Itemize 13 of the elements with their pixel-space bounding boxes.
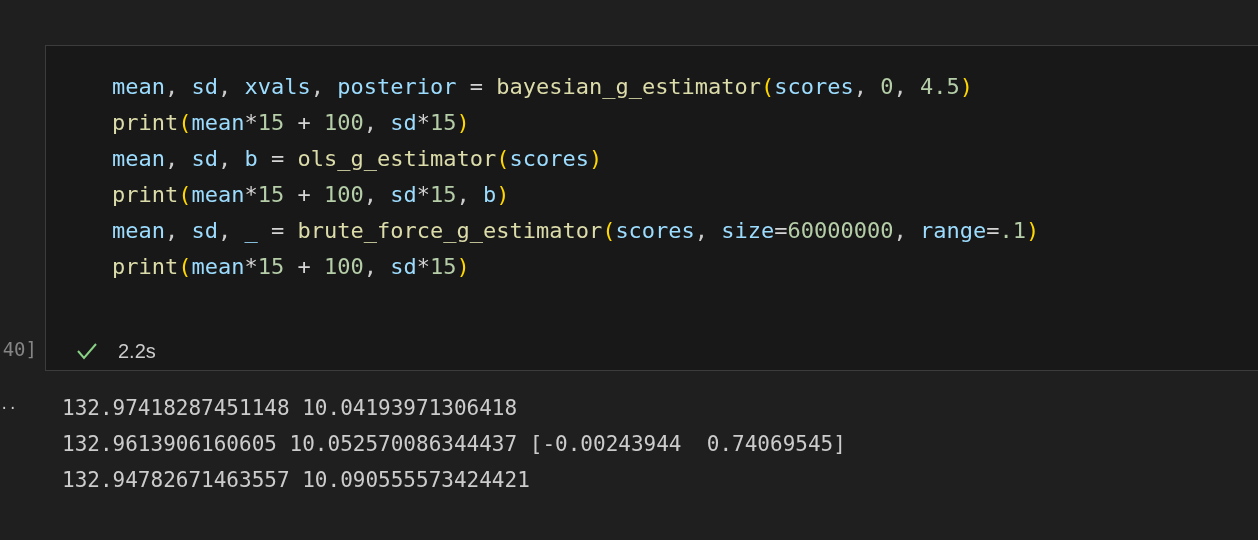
- code-line: mean, sd, xvals, posterior = bayesian_g_estimator(scores, 0, 4.5): [112, 73, 974, 101]
- execution-time: 2.2s: [118, 339, 156, 364]
- output-line: 132.9613906160605 10.052570086344437 [-0.00243944 0.74069545]: [62, 431, 846, 458]
- code-cell[interactable]: [45, 45, 1258, 371]
- code-line: mean, sd, b = ols_g_estimator(scores): [112, 145, 603, 173]
- code-line: print(mean*15 + 100, sd*15): [112, 109, 470, 137]
- execution-count: 40]: [2, 337, 38, 362]
- code-line: print(mean*15 + 100, sd*15): [112, 253, 470, 281]
- code-line: mean, sd, _ = brute_force_g_estimator(scores, size=60000000, range=.1): [112, 217, 1040, 245]
- code-line: print(mean*15 + 100, sd*15, b): [112, 181, 510, 209]
- output-line: 132.97418287451148 10.04193971306418: [62, 395, 518, 422]
- output-line: 132.94782671463557 10.090555573424421: [62, 467, 530, 494]
- output-marker: ··: [0, 399, 17, 418]
